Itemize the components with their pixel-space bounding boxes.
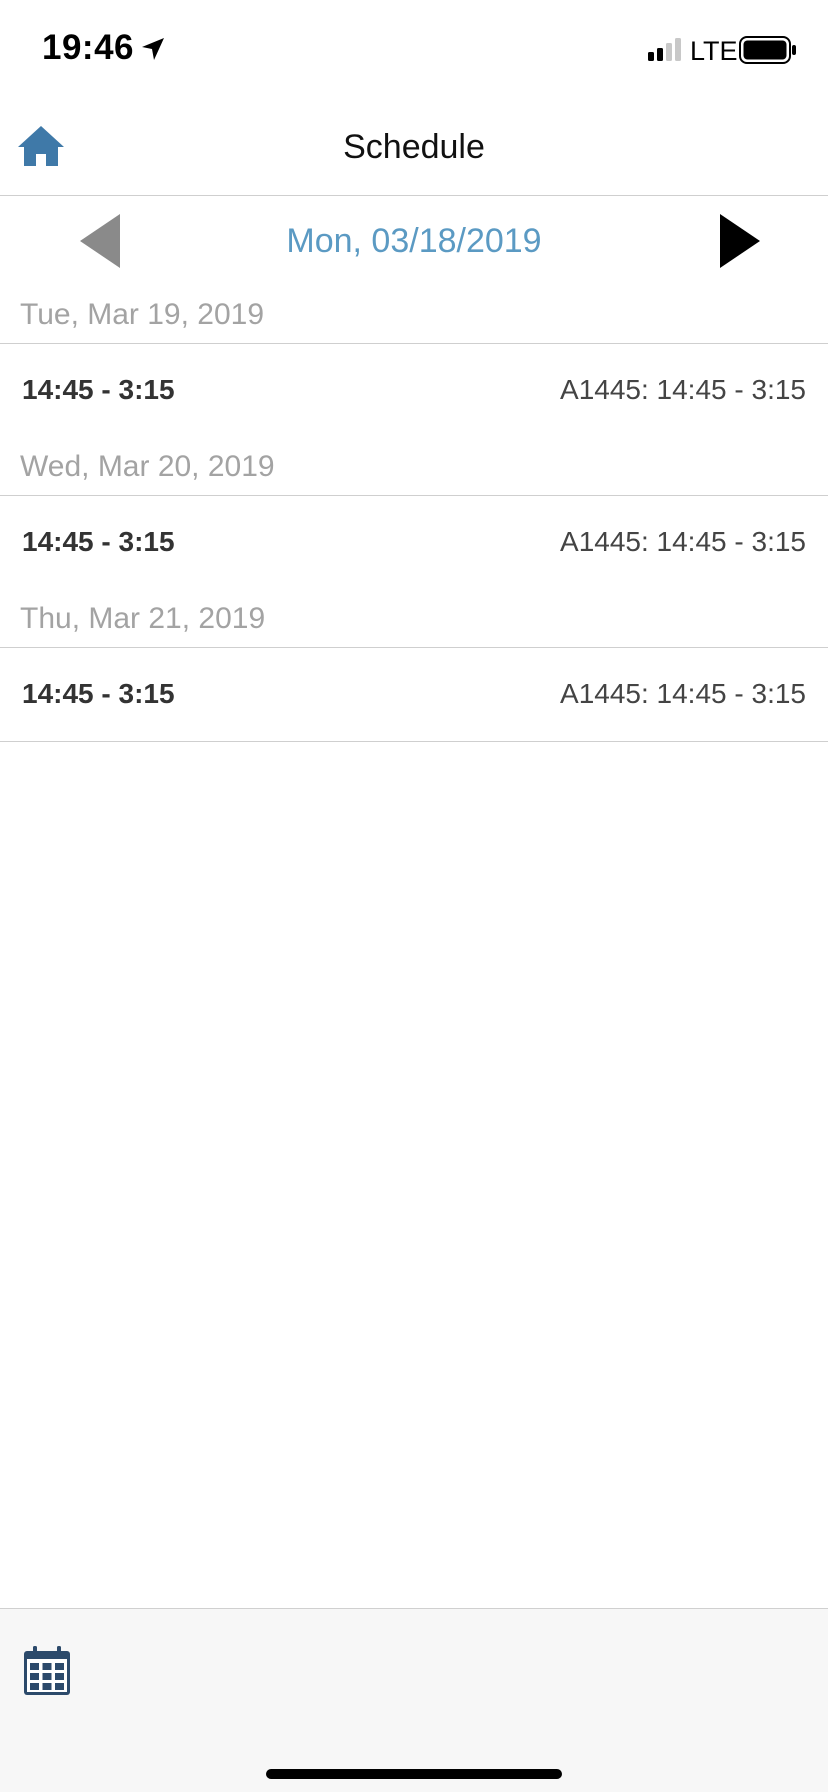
day-header: Thu, Mar 21, 2019	[0, 590, 828, 648]
shift-detail: A1445: 14:45 - 3:15	[560, 374, 806, 405]
page-title: Schedule	[343, 128, 485, 166]
triangle-right-icon	[720, 214, 760, 268]
shift-row[interactable]: 14:45 - 3:15 A1445: 14:45 - 3:15	[0, 648, 828, 742]
location-arrow-icon	[142, 38, 164, 60]
status-bar: 19:46 LTE	[0, 0, 828, 100]
calendar-icon	[24, 1646, 70, 1695]
day-header: Tue, Mar 19, 2019	[0, 286, 828, 344]
navigation-bar: Schedule	[0, 100, 828, 196]
shift-time: 14:45 - 3:15	[22, 526, 175, 557]
calendar-tab-button[interactable]	[22, 1645, 72, 1697]
signal-icon	[648, 38, 681, 61]
schedule-list: Tue, Mar 19, 2019 14:45 - 3:15 A1445: 14…	[0, 286, 828, 742]
battery-icon	[739, 36, 796, 64]
next-date-button[interactable]	[712, 210, 768, 272]
home-indicator[interactable]	[266, 1769, 562, 1779]
day-header: Wed, Mar 20, 2019	[0, 438, 828, 496]
shift-row[interactable]: 14:45 - 3:15 A1445: 14:45 - 3:15	[0, 344, 828, 438]
shift-detail: A1445: 14:45 - 3:15	[560, 526, 806, 557]
shift-time: 14:45 - 3:15	[22, 678, 175, 709]
status-time: 19:46	[42, 28, 135, 67]
shift-time: 14:45 - 3:15	[22, 374, 175, 405]
schedule-screen: 19:46 LTE Schedule Mon, 03/18/2019 Tue, …	[0, 0, 828, 1792]
network-label: LTE	[690, 36, 738, 66]
shift-detail: A1445: 14:45 - 3:15	[560, 678, 806, 709]
tab-bar	[0, 1608, 828, 1792]
date-navigator: Mon, 03/18/2019	[0, 196, 828, 286]
shift-row[interactable]: 14:45 - 3:15 A1445: 14:45 - 3:15	[0, 496, 828, 590]
current-date-label[interactable]: Mon, 03/18/2019	[0, 222, 828, 261]
